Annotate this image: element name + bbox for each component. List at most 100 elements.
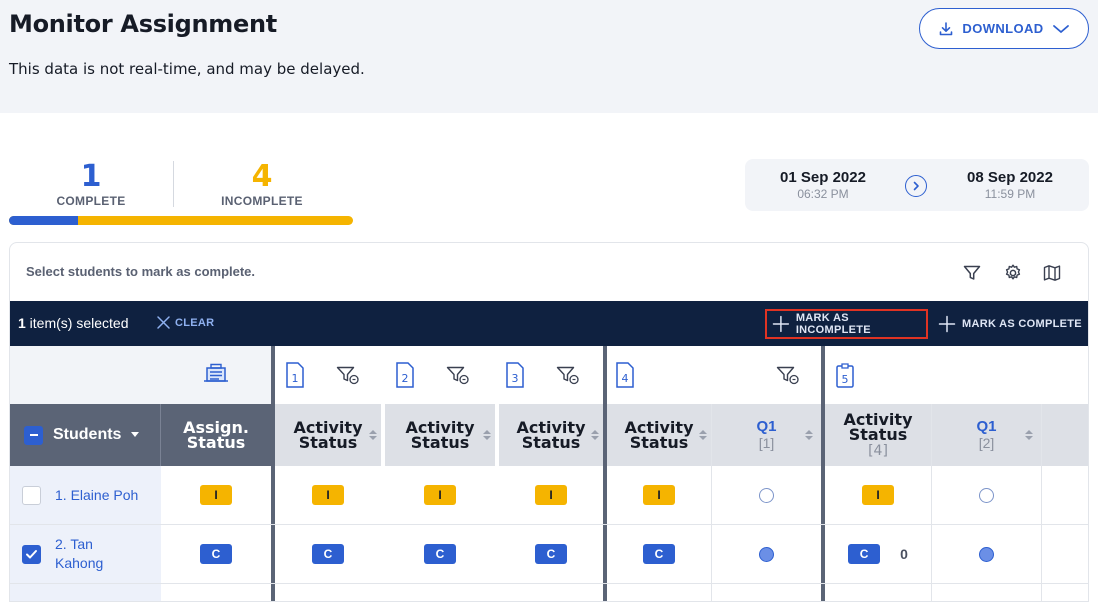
q1-response-cell (932, 466, 1041, 524)
students-column-header[interactable]: Students (10, 404, 161, 466)
plus-icon (772, 315, 790, 333)
activity-1-status-header[interactable]: Activity Status (275, 404, 381, 466)
download-button[interactable]: DOWNLOAD (919, 8, 1089, 49)
q1-sub-a: [1] (758, 435, 775, 451)
filter-icon[interactable] (961, 262, 983, 284)
incomplete-count: 4 (251, 159, 273, 194)
row-checkbox[interactable] (22, 544, 41, 564)
activity-1-status-label: Activity Status (293, 418, 363, 452)
stat-divider (173, 161, 174, 207)
activity-3-status-header[interactable]: Activity Status (495, 404, 603, 466)
sort-icon (699, 430, 707, 440)
panel-toolbar: Select students to mark as complete. (10, 243, 1088, 301)
q1-response-cell (932, 525, 1041, 583)
activity-status-cell: I (607, 466, 711, 524)
start-time-value: 06:32 PM (797, 187, 849, 201)
page-title: Monitor Assignment (9, 10, 277, 38)
assign-status-cell: C (161, 525, 271, 583)
activity-status-cell: C (499, 525, 603, 583)
quiz-5-icon: 5 (836, 363, 854, 388)
page-subtitle: This data is not real-time, and may be d… (9, 60, 365, 78)
next-column-header (1042, 404, 1088, 466)
start-date-value: 01 Sep 2022 (780, 169, 866, 186)
q1-header-b: Q1 [2] (976, 418, 997, 452)
unanswered-circle-icon (759, 487, 774, 503)
activity-5-status-header[interactable]: Activity Status [4] (825, 404, 931, 466)
activity-score: 0 (900, 546, 908, 562)
filter-badge-icon[interactable] (556, 364, 580, 386)
plus-icon (938, 315, 956, 333)
date-arrow-icon (905, 175, 927, 197)
mark-as-incomplete-button[interactable]: MARK AS INCOMPLETE (765, 309, 928, 339)
document-3-icon: 3 (506, 362, 524, 388)
incomplete-label: INCOMPLETE (221, 194, 303, 208)
activity-2-status-header[interactable]: Activity Status (385, 404, 495, 466)
q1-activity-5-header[interactable]: Q1 [2] (932, 404, 1041, 466)
activity-5-number: 5 (842, 373, 849, 386)
mark-complete-label: MARK AS COMPLETE (962, 318, 1082, 330)
complete-label: COMPLETE (56, 194, 126, 208)
icon-row-spacer (10, 346, 161, 404)
activity-4-icon-cell: 4 (607, 346, 821, 404)
select-all-checkbox[interactable] (24, 425, 43, 445)
download-label: DOWNLOAD (962, 21, 1044, 36)
selection-count-text: item(s) selected (25, 315, 129, 331)
activity-3-status-label: Activity Status (516, 418, 586, 452)
student-name-link[interactable]: 2. Tan Kahong (55, 535, 125, 573)
q1-header-a: Q1 [1] (756, 418, 777, 452)
selection-action-bar: 1 item(s) selected CLEAR MARK AS INCOMPL… (10, 301, 1088, 346)
q1-label-a: Q1 (756, 418, 777, 435)
complete-count: 1 (80, 159, 102, 194)
incomplete-badge: I (200, 485, 232, 505)
activity-4-number: 4 (622, 372, 629, 385)
filter-badge-icon[interactable] (776, 364, 800, 386)
selection-count: 1 item(s) selected (18, 315, 129, 331)
panel-hint: Select students to mark as complete. (26, 264, 256, 279)
mark-as-complete-button[interactable]: MARK AS COMPLETE (938, 309, 1082, 339)
sort-icon (1025, 430, 1033, 440)
cell-divider (1041, 404, 1042, 601)
document-2-icon: 2 (396, 362, 414, 388)
assign-status-header[interactable]: Assign. Status (161, 404, 271, 466)
activity-4-status-label: Activity Status (624, 418, 694, 452)
assignment-icon-cell (161, 346, 271, 404)
q1-activity-4-header[interactable]: Q1 [1] (712, 404, 821, 466)
q1-label-b: Q1 (976, 418, 997, 435)
students-table: 1 2 3 4 5 Students Assign. Status Activi… (10, 346, 1088, 601)
complete-badge: C (535, 544, 567, 564)
activity-4-status-header[interactable]: Activity Status (607, 404, 711, 466)
sort-icon (805, 430, 813, 440)
activity-status-cell: C (385, 525, 495, 583)
date-range: 01 Sep 2022 06:32 PM 08 Sep 2022 11:59 P… (745, 159, 1089, 211)
incomplete-stat: 4 INCOMPLETE (180, 159, 344, 209)
filter-badge-icon[interactable] (446, 364, 470, 386)
page-header: Monitor Assignment This data is not real… (0, 0, 1098, 113)
table-row-student-2[interactable]: 2. Tan Kahong (10, 525, 161, 583)
filter-badge-icon[interactable] (336, 364, 360, 386)
activity-5-icon-cell: 5 (825, 346, 1088, 404)
complete-badge: C (424, 544, 456, 564)
activity-status-cell: C (607, 525, 711, 583)
complete-badge: C (848, 544, 881, 564)
activity-status-cell: I (275, 466, 381, 524)
activity-5-status-label: Activity Status (843, 409, 913, 444)
table-row-student-1[interactable]: 1. Elaine Poh (10, 466, 161, 524)
student-name-link[interactable]: 1. Elaine Poh (55, 486, 138, 505)
complete-badge: C (200, 544, 232, 564)
answered-circle-icon (759, 546, 774, 562)
activity-5-status-sub: [4] (868, 442, 888, 459)
clear-selection-button[interactable]: CLEAR (156, 315, 214, 330)
row-checkbox[interactable] (22, 485, 41, 505)
settings-icon[interactable] (1002, 262, 1024, 284)
mark-incomplete-label: MARK AS INCOMPLETE (795, 312, 871, 336)
document-4-icon: 4 (616, 362, 634, 388)
answered-circle-icon (979, 546, 994, 562)
map-icon[interactable] (1041, 262, 1063, 284)
activity-1-number: 1 (292, 372, 299, 385)
activity-3-icon-cell: 3 (495, 346, 603, 404)
sort-icon (591, 430, 599, 440)
q1-response-cell (712, 466, 821, 524)
incomplete-badge: I (535, 485, 567, 505)
q1-response-cell (712, 525, 821, 583)
activity-status-cell: C0 (825, 525, 931, 583)
